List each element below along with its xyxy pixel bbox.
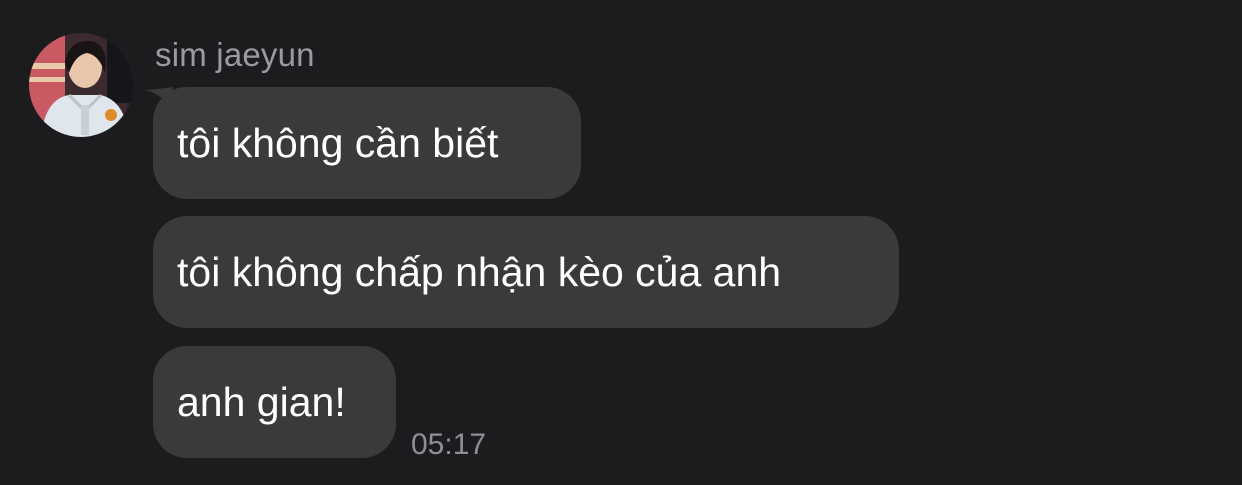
message-bubble[interactable]: tôi không cần biết: [153, 87, 581, 199]
message-bubble[interactable]: anh gian!: [153, 346, 396, 458]
message-timestamp: 05:17: [411, 428, 487, 461]
avatar[interactable]: [29, 33, 133, 137]
sender-name: sim jaeyun: [155, 36, 315, 73]
chat-thread: sim jaeyun tôi không cần biết tôi không …: [0, 0, 1242, 485]
profile-photo-icon: [29, 33, 133, 137]
message-bubble[interactable]: tôi không chấp nhận kèo của anh: [153, 216, 899, 328]
